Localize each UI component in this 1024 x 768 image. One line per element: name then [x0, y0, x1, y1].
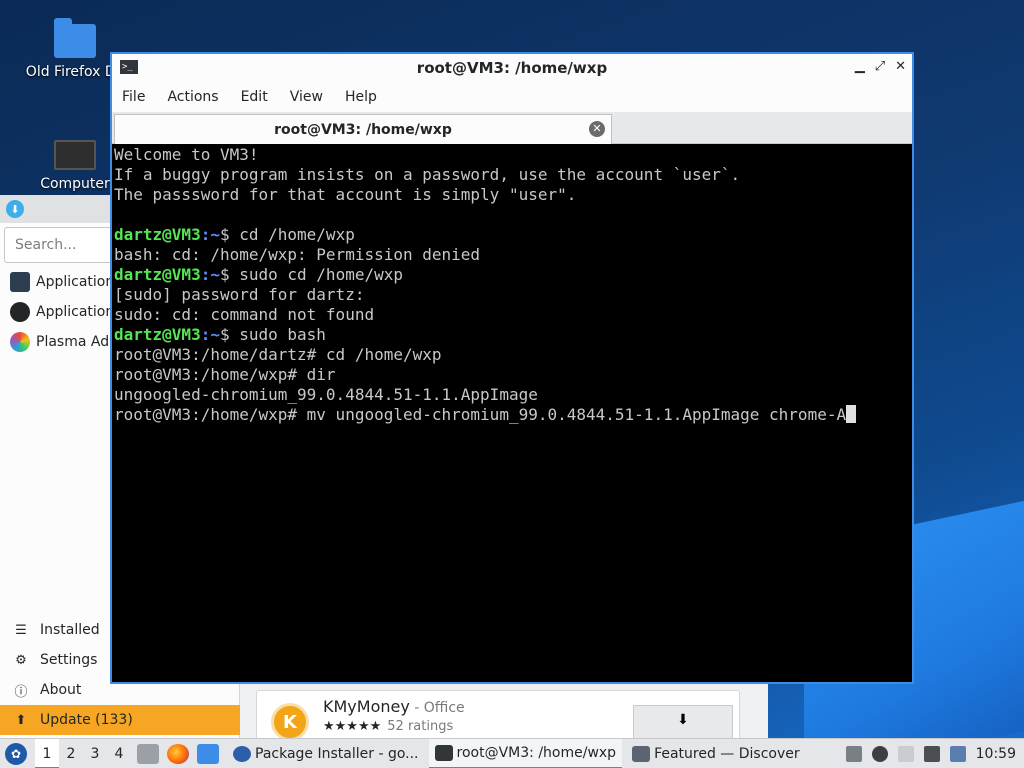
desktop-switch-4[interactable]: 4 — [107, 746, 131, 762]
menu-bar: File Actions Edit View Help — [112, 82, 912, 112]
terminal-output[interactable]: Welcome to VM3! If a buggy program insist… — [112, 144, 912, 426]
output-line: bash: cd: /home/wxp: Permission denied — [114, 245, 481, 264]
nav-label: Update (133) — [40, 712, 133, 728]
show-desktop-icon[interactable] — [197, 743, 219, 764]
menu-view[interactable]: View — [290, 89, 323, 105]
terminal-window: >_ root@VM3: /home/wxp ▁ ⤢ ✕ File Action… — [110, 52, 914, 684]
terminal-icon[interactable]: >_ — [120, 60, 138, 74]
app-name: KMyMoney - Office — [323, 697, 465, 716]
tab-label: root@VM3: /home/wxp — [274, 121, 452, 138]
list-icon: ☰ — [15, 622, 27, 638]
desktop-switch-1[interactable]: 1 — [35, 738, 59, 768]
app-launcher-icon[interactable]: ✿ — [5, 742, 27, 765]
output-line: The passsword for that account is simply… — [114, 185, 577, 204]
clipboard-icon[interactable] — [897, 746, 914, 762]
network-icon[interactable] — [923, 746, 940, 762]
menu-file[interactable]: File — [122, 89, 145, 105]
firefox-icon[interactable] — [167, 743, 189, 764]
input-line[interactable]: root@VM3:/home/wxp# mv ungoogled-chromiu… — [114, 405, 910, 425]
taskbar: ✿ 1 2 3 4 Package Installer - go... root… — [0, 738, 1024, 768]
discover-app-icon: ⬇ — [6, 200, 24, 218]
tab-terminal[interactable]: root@VM3: /home/wxp ✕ — [114, 114, 612, 144]
file-manager-icon[interactable] — [137, 743, 159, 764]
clock[interactable]: 10:59 — [976, 746, 1016, 762]
task-package-installer[interactable]: Package Installer - go... — [227, 739, 425, 768]
system-tray: 10:59 — [845, 739, 1024, 768]
notifications-icon[interactable] — [949, 746, 966, 762]
task-label: Featured — Discover — [654, 745, 800, 762]
task-label: root@VM3: /home/wxp — [456, 744, 617, 761]
output-line: Welcome to VM3! — [114, 145, 259, 164]
close-button[interactable]: ✕ — [895, 59, 906, 74]
folder-icon — [54, 18, 96, 58]
updates-icon[interactable] — [845, 746, 862, 762]
close-tab-icon[interactable]: ✕ — [589, 121, 605, 137]
package-installer-icon — [233, 745, 251, 762]
desktop-switch-2[interactable]: 2 — [59, 746, 83, 762]
text-cursor — [846, 405, 857, 423]
minimize-button[interactable]: ▁ — [855, 59, 865, 74]
update-icon: ⬆ — [15, 712, 27, 728]
menu-help[interactable]: Help — [345, 89, 377, 105]
output-line: [sudo] password for dartz: — [114, 285, 365, 304]
nav-label: Installed — [40, 622, 100, 638]
discover-icon — [632, 745, 651, 762]
output-line: sudo: cd: command not found — [114, 305, 375, 324]
app-rating: ★★★★★ 52 ratings — [323, 719, 454, 734]
output-line: root@VM3:/home/dartz# cd /home/wxp — [114, 345, 442, 364]
menu-actions[interactable]: Actions — [167, 89, 218, 105]
terminal-titlebar[interactable]: >_ root@VM3: /home/wxp ▁ ⤢ ✕ — [112, 54, 912, 82]
kmymoney-logo-icon: K — [271, 703, 309, 741]
category-label: Plasma Add — [36, 334, 118, 350]
info-icon: ⓘ — [14, 684, 28, 700]
output-line: root@VM3:/home/wxp# dir — [114, 365, 336, 384]
nav-label: Settings — [40, 652, 98, 668]
nav-label: About — [40, 682, 82, 698]
desktop-switch-3[interactable]: 3 — [83, 746, 107, 762]
gear-icon: ⚙ — [15, 652, 27, 668]
plasma-addons-icon — [10, 332, 30, 352]
task-discover[interactable]: Featured — Discover — [626, 739, 806, 768]
terminal-icon — [434, 744, 453, 761]
prompt-line: dartz@VM3:~$ sudo cd /home/wxp — [114, 265, 403, 284]
volume-icon[interactable] — [871, 746, 888, 762]
application-addons-icon — [10, 302, 30, 322]
task-terminal[interactable]: root@VM3: /home/wxp — [428, 738, 623, 768]
output-line: If a buggy program insists on a password… — [114, 165, 741, 184]
computer-icon — [54, 140, 96, 170]
prompt-line: dartz@VM3:~$ cd /home/wxp — [114, 225, 355, 244]
applications-icon — [10, 272, 30, 292]
output-line: ungoogled-chromium_99.0.4844.51-1.1.AppI… — [114, 385, 538, 404]
maximize-button[interactable]: ⤢ — [875, 59, 885, 74]
prompt-line: dartz@VM3:~$ sudo bash — [114, 325, 326, 344]
task-label: Package Installer - go... — [255, 745, 419, 762]
nav-update[interactable]: ⬆ Update (133) — [0, 705, 240, 735]
category-label: Application — [36, 274, 115, 290]
category-label: Application — [36, 304, 115, 320]
window-title: root@VM3: /home/wxp — [416, 59, 608, 77]
menu-edit[interactable]: Edit — [241, 89, 268, 105]
tab-bar: root@VM3: /home/wxp ✕ — [112, 112, 912, 144]
